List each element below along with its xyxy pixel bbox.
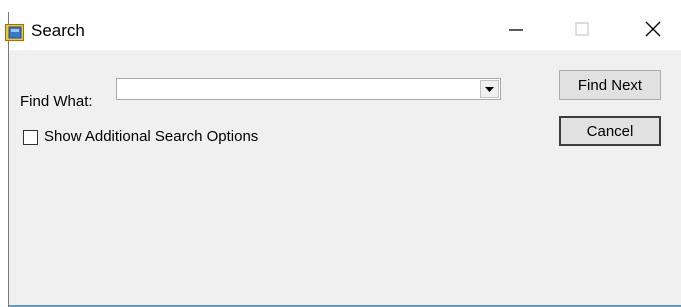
chevron-down-icon [485, 80, 494, 98]
window-title: Search [31, 21, 85, 40]
minimize-button[interactable] [493, 12, 539, 50]
show-options-label[interactable]: Show Additional Search Options [44, 128, 258, 145]
maximize-icon [575, 22, 589, 41]
close-icon [645, 21, 661, 42]
find-next-button[interactable]: Find Next [559, 70, 661, 100]
app-form-icon [5, 24, 24, 41]
maximize-button[interactable] [559, 12, 605, 50]
find-what-dropdown-button[interactable] [480, 80, 499, 98]
title-bar[interactable]: Search [5, 12, 681, 50]
close-button[interactable] [630, 12, 676, 50]
find-what-combobox[interactable] [116, 78, 501, 100]
minimize-icon [509, 22, 523, 41]
show-options-checkbox[interactable] [23, 130, 38, 145]
search-dialog: Search Find What: Show Additional Search… [5, 12, 681, 307]
find-what-label: Find What: [20, 93, 93, 110]
cancel-button[interactable]: Cancel [559, 116, 661, 146]
